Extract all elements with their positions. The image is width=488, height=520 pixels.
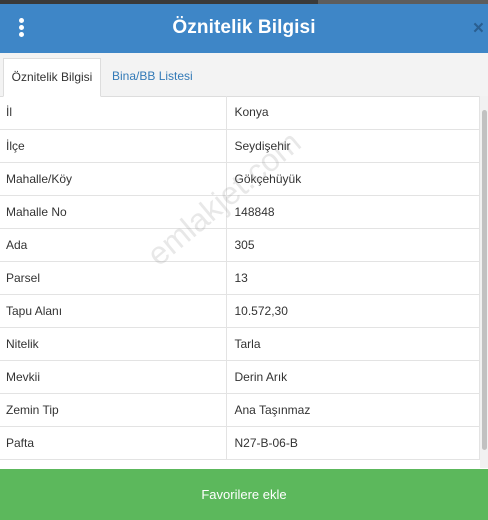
- attribute-table: İl Konya İlçe Seydişehir Mahalle/Köy Gökçeh…: [0, 96, 480, 460]
- attribute-value: Tarla: [226, 327, 480, 361]
- table-row: Mevkii Derin Arık: [0, 360, 480, 394]
- attribute-key: Mahalle/Köy: [0, 162, 227, 196]
- attribute-value: 13: [226, 261, 480, 295]
- dialog-title: Öznitelik Bilgisi: [172, 17, 316, 38]
- attribute-table-container: İl Konya İlçe Seydişehir Mahalle/Köy Gökçeh…: [0, 96, 480, 468]
- add-to-favorites-button[interactable]: Favorilere ekle: [0, 469, 488, 520]
- attribute-value: Gökçehüyük: [226, 162, 480, 196]
- attribute-value: Ana Taşınmaz: [226, 393, 480, 427]
- attribute-value: 305: [226, 228, 480, 262]
- scrollbar-thumb[interactable]: [482, 110, 487, 450]
- attribute-key: Nitelik: [0, 327, 227, 361]
- table-row: Zemin Tip Ana Taşınmaz: [0, 393, 480, 427]
- attribute-key: Ada: [0, 228, 227, 262]
- attribute-value: 10.572,30: [226, 294, 480, 328]
- attribute-value: 148848: [226, 195, 480, 229]
- table-row: Mahalle/Köy Gökçehüyük: [0, 162, 480, 196]
- attribute-key: İl: [0, 96, 227, 130]
- dialog-header: Öznitelik Bilgisi ×: [0, 4, 488, 53]
- tab-building-list[interactable]: Bina/BB Listesi: [102, 58, 203, 96]
- attribute-key: Zemin Tip: [0, 393, 227, 427]
- tab-bar: Öznitelik Bilgisi Bina/BB Listesi: [0, 53, 488, 97]
- tab-attribute-info[interactable]: Öznitelik Bilgisi: [3, 58, 101, 97]
- attribute-key: Parsel: [0, 261, 227, 295]
- table-row: Nitelik Tarla: [0, 327, 480, 361]
- attribute-key: Tapu Alanı: [0, 294, 227, 328]
- attribute-value: Seydişehir: [226, 129, 480, 163]
- table-row: İlçe Seydişehir: [0, 129, 480, 163]
- attribute-value: Derin Arık: [226, 360, 480, 394]
- attribute-key: Mahalle No: [0, 195, 227, 229]
- attribute-value: N27-B-06-B: [226, 426, 480, 460]
- attribute-value: Konya: [226, 96, 480, 130]
- attribute-key: İlçe: [0, 129, 227, 163]
- table-row: Mahalle No 148848: [0, 195, 480, 229]
- table-row: Pafta N27-B-06-B: [0, 426, 480, 460]
- table-row: Tapu Alanı 10.572,30: [0, 294, 480, 328]
- attribute-key: Pafta: [0, 426, 227, 460]
- attribute-key: Mevkii: [0, 360, 227, 394]
- table-row: Parsel 13: [0, 261, 480, 295]
- table-row: Ada 305: [0, 228, 480, 262]
- table-row: İl Konya: [0, 96, 480, 130]
- close-icon[interactable]: ×: [473, 18, 484, 40]
